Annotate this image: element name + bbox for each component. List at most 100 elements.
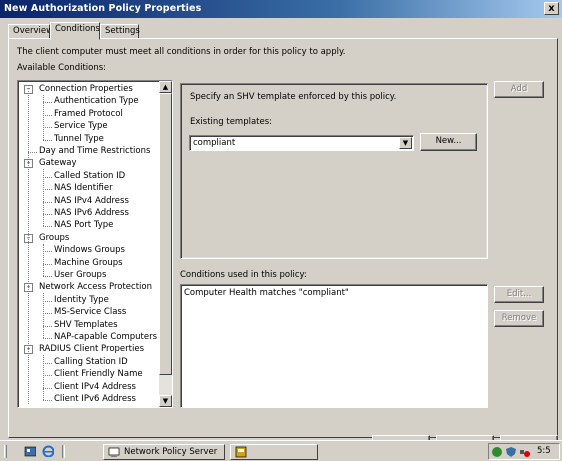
tree-item-label: Framed Protocol <box>54 108 123 119</box>
close-icon: x <box>548 3 555 14</box>
tree-item[interactable]: Tunnel Type <box>43 134 104 146</box>
tree-item[interactable]: MS-Service Class <box>43 307 127 319</box>
tree-group-item[interactable]: - Network Access Protection <box>24 282 152 294</box>
network-icon[interactable] <box>491 446 503 458</box>
security-shield-icon[interactable] <box>505 446 517 458</box>
tree-connector <box>43 338 52 339</box>
tree-item[interactable]: Identity Type <box>43 294 109 307</box>
tree-item-label: MS-Service Class <box>54 307 127 318</box>
tree-item-label: Windows Groups <box>54 245 125 256</box>
taskbar-window-2[interactable] <box>230 444 318 460</box>
tree-item[interactable]: Authentication Type <box>43 96 139 108</box>
tree-item-label: Called Station ID <box>54 170 126 181</box>
existing-templates-label: Existing templates: <box>190 117 273 127</box>
tree-connector <box>43 102 52 104</box>
toolbar-grip <box>4 445 7 458</box>
tree-connector <box>43 400 52 401</box>
tree-branch-line <box>43 95 44 140</box>
internet-explorer-icon[interactable] <box>42 445 54 457</box>
template-select-value: compliant <box>193 138 236 148</box>
tree-connector <box>43 387 52 389</box>
tree-item[interactable]: Calling Station ID <box>43 356 128 369</box>
new-template-button[interactable]: New... <box>420 133 477 151</box>
tree-connector <box>43 375 52 377</box>
tab-settings[interactable]: Settings <box>100 24 140 39</box>
tree-item[interactable]: NAS IPv4 Address <box>43 196 129 208</box>
tree-item-label: RADIUS Client Properties <box>39 344 145 355</box>
tree-connector <box>43 139 52 141</box>
taskbar-network-policy-server[interactable]: Network Policy Server <box>103 444 225 460</box>
remove-label: Remove <box>501 313 537 323</box>
add-button[interactable]: Add <box>494 81 544 98</box>
tree-branch-line <box>43 243 44 276</box>
tree-item[interactable]: NAS Identifier <box>43 183 113 195</box>
tree-item[interactable]: Framed Protocol <box>43 108 123 121</box>
tab-conditions[interactable]: Conditions <box>50 22 100 40</box>
window-title: New Authorization Policy Properties <box>4 3 202 14</box>
tree-item-label: Machine Groups <box>54 257 123 268</box>
tree-item-label: NAP-capable Computers <box>54 332 158 342</box>
tree-item[interactable]: NAS IPv6 Address <box>43 208 129 220</box>
add-label: Add <box>510 84 528 94</box>
tree-item-label: Service Type <box>54 121 108 132</box>
tree-group-item[interactable]: - RADIUS Client Properties <box>24 344 145 356</box>
taskbar-separator <box>62 445 65 458</box>
tree-item-label: User Groups <box>54 270 107 280</box>
tree-item[interactable]: Client Friendly Name <box>43 369 143 381</box>
tree-items: - Connection Properties Authentication Typ… <box>18 81 158 407</box>
tree-item[interactable]: Windows Groups <box>43 245 125 257</box>
remove-button[interactable]: Remove <box>494 310 544 327</box>
tree-connector <box>28 152 37 153</box>
list-item[interactable]: Computer Health matches "compliant" <box>184 288 349 298</box>
tree-group-item[interactable]: Day and Time Restrictions <box>28 146 151 158</box>
tree-item[interactable]: NAP-capable Computers <box>43 332 158 344</box>
tree-item[interactable]: Service Type <box>43 121 108 133</box>
tree-item-label: Gateway <box>39 158 77 169</box>
chevron-down-icon[interactable]: ▼ <box>399 137 412 149</box>
window-titlebar[interactable]: New Authorization Policy Properties x <box>0 0 562 18</box>
tree-item-label: NAS IPv6 Address <box>54 208 129 218</box>
intro-text: The client computer must meet all condit… <box>17 47 346 57</box>
tree-scrollbar[interactable]: ▲ ▼ <box>159 81 172 407</box>
tab-overview[interactable]: Overview <box>8 24 54 39</box>
system-tray: 5:5 <box>488 443 560 460</box>
tree-item-label: NAS Identifier <box>54 183 113 194</box>
available-conditions-label: Available Conditions: <box>17 63 107 73</box>
tree-item[interactable]: Called Station ID <box>43 170 126 183</box>
edit-button[interactable]: Edit... <box>494 286 544 303</box>
tree-item[interactable]: Client IPv4 Address <box>43 381 136 394</box>
tree-connector <box>43 300 52 302</box>
conditions-tree[interactable]: - Connection Properties Authentication Typ… <box>17 80 173 408</box>
tree-item-label: Calling Station ID <box>54 356 128 367</box>
tree-item[interactable]: User Groups <box>43 270 107 282</box>
tree-connector <box>43 226 52 228</box>
show-desktop-icon[interactable] <box>24 445 36 457</box>
tree-item-label: Identity Type <box>54 294 109 305</box>
tree-connector <box>43 251 52 253</box>
tree-item-label: Authentication Type <box>54 96 139 107</box>
tree-item[interactable]: NAS Port Type <box>43 220 113 232</box>
conditions-used-list[interactable]: Computer Health matches "compliant" <box>180 284 488 408</box>
scroll-down-icon[interactable]: ▼ <box>159 395 172 407</box>
tree-item-label: Client IPv4 Address <box>54 381 136 392</box>
tree-item[interactable]: Client IPv6 Address <box>43 394 136 406</box>
tree-connector <box>43 176 52 178</box>
tab-conditions-label: Conditions <box>55 24 100 34</box>
tree-connector <box>43 201 52 203</box>
mmc-console-icon <box>235 446 247 458</box>
scroll-up-icon[interactable]: ▲ <box>159 81 172 93</box>
volume-muted-icon[interactable] <box>519 446 531 458</box>
tree-item[interactable]: SHV Templates <box>43 320 118 332</box>
tree-item-label: Client IPv6 Address <box>54 394 136 404</box>
tree-item-label: Day and Time Restrictions <box>39 146 151 156</box>
tree-group-item[interactable]: - Connection Properties <box>24 84 133 96</box>
tree-item-label: Connection Properties <box>39 84 133 94</box>
close-button[interactable]: x <box>544 2 559 15</box>
tree-group-item[interactable]: - Gateway <box>24 158 77 170</box>
template-select[interactable]: compliant ▼ <box>189 135 414 151</box>
tree-item[interactable]: Machine Groups <box>43 257 123 270</box>
scroll-thumb[interactable] <box>159 93 172 375</box>
taskbar-task-label: Network Policy Server <box>124 447 218 457</box>
tree-root-line <box>28 91 29 404</box>
tab-overview-label: Overview <box>13 26 54 36</box>
